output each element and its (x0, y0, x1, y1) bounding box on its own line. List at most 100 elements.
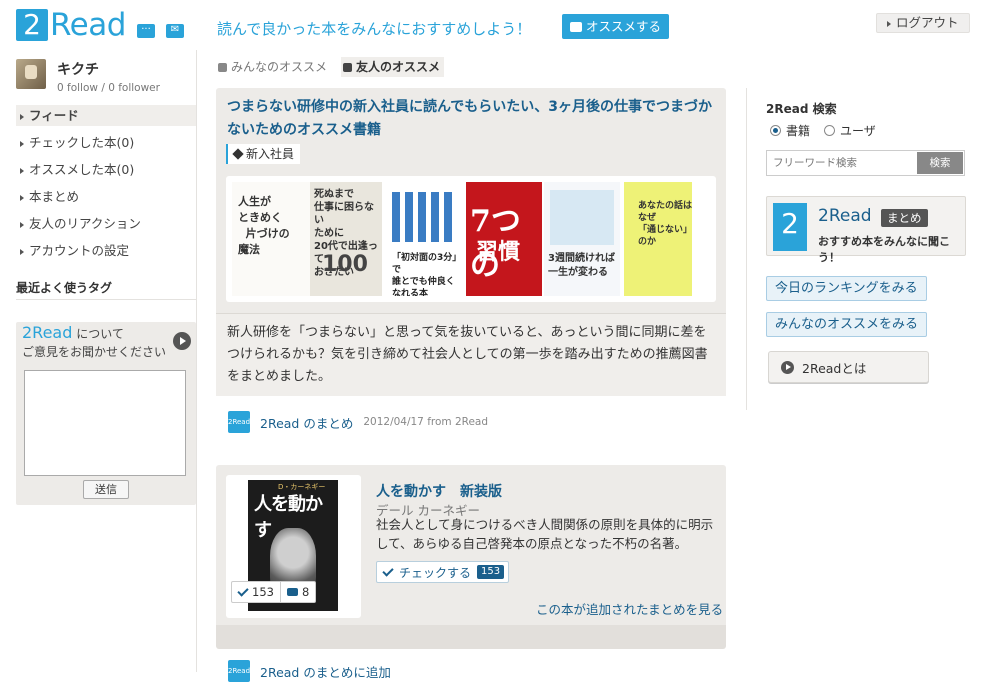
check-button-count: 153 (477, 565, 505, 579)
search-box: 検索 (766, 150, 965, 176)
collection-title[interactable]: つまらない研修中の新入社員に読んでもらいたい、3ヶ月後の仕事でつまづかないための… (227, 96, 717, 142)
sidebar-item-label: フィード (29, 108, 79, 123)
tag-icon (232, 148, 244, 160)
feedback-heading: 2Read について ご意見をお聞かせください (22, 324, 166, 361)
book-cover-frame: D・カーネギー 人を動かす 153 8 (226, 475, 361, 618)
source-name[interactable]: 2Read のまとめに追加 (260, 662, 391, 681)
source-logo[interactable]: 2Read (228, 660, 250, 682)
collection-description: 新人研修を「つまらない」と思って気を抜いていると、あっという間に同期に差をつけら… (216, 313, 726, 396)
sidebar-item-checked-books[interactable]: チェックした本(0) (16, 132, 196, 159)
book-cover-text: 習慣 (476, 240, 521, 265)
logo-word: Read (50, 7, 126, 43)
logo[interactable]: 2 Read (16, 7, 126, 43)
comment-icon (286, 588, 298, 596)
follow-count[interactable]: 0 follow / 0 follower (57, 82, 160, 94)
radio-label: ユーザ (840, 124, 876, 138)
sidebar-item-label: 本まとめ (29, 189, 80, 204)
logout-button[interactable]: ログアウト (876, 13, 970, 33)
source-logo[interactable]: 2Read (228, 411, 250, 433)
username[interactable]: キクチ (57, 59, 99, 79)
sidebar-item-account-settings[interactable]: アカウントの設定 (16, 240, 196, 267)
banner-name: 2Read (818, 206, 872, 226)
divider (16, 299, 196, 300)
ranking-button[interactable]: 今日のランキングをみる (766, 276, 927, 301)
arrow-right-icon (20, 194, 24, 201)
check-button-label: チェックする (399, 565, 472, 580)
tab-label: 友人のオススメ (356, 60, 441, 74)
book-cover[interactable]: 7つの 習慣 (466, 182, 542, 296)
divider (746, 88, 747, 410)
radio-button-icon (824, 125, 836, 136)
tag-label: 新入社員 (246, 147, 295, 161)
recommend-button[interactable]: オススメする (562, 14, 670, 39)
book-card: D・カーネギー 人を動かす 153 8 人を動かす 新装版 デール カーネギー … (216, 465, 726, 649)
radio-books[interactable]: 書籍 (770, 122, 810, 139)
book-description: 社会人として身につけるべき人間関係の原則を具体的に明示して、あらゆる自己啓発本の… (376, 517, 714, 551)
source-name[interactable]: 2Read のまとめ (260, 413, 353, 432)
comment-count[interactable]: 8 (279, 582, 315, 602)
arrow-right-icon (20, 140, 24, 147)
tab-everyone-recommendations[interactable]: みんなのオススメ (216, 57, 331, 77)
search-input[interactable] (767, 157, 915, 169)
radio-users[interactable]: ユーザ (824, 122, 876, 139)
book-title[interactable]: 人を動かす 新装版 (376, 481, 502, 501)
tab-icon (343, 62, 353, 72)
tagline: 読んで良かった本をみんなにおすすめしよう！ (217, 20, 532, 38)
sidebar-item-recommended-books[interactable]: オススメした本(0) (16, 159, 196, 186)
sidebar-item-label: オススメした本(0) (29, 162, 135, 177)
everyone-recommend-button[interactable]: みんなのオススメをみる (766, 312, 928, 337)
check-icon (382, 564, 394, 577)
logo-mark: 2 (16, 9, 48, 41)
chat-icon[interactable]: ··· (137, 24, 155, 38)
feedback-box: 2Read について ご意見をお聞かせください 送信 (16, 322, 196, 505)
collection-card: つまらない研修中の新入社員に読んでもらいたい、3ヶ月後の仕事でつまづかないための… (216, 88, 726, 396)
book-cover-illustration (550, 190, 614, 245)
recent-tags-title: 最近よく使うタグ (16, 281, 113, 295)
mail-icon[interactable]: ✉ (166, 24, 184, 38)
card-footer (216, 625, 726, 649)
sidebar-item-feed[interactable]: フィード (16, 105, 196, 126)
book-cover[interactable]: 死ぬまで 仕事に困らない ために 20代で出逢って おきたい 100 (310, 182, 382, 296)
book-cover-text: 3週間続ければ 一生が変わる (548, 253, 615, 278)
book-cover-text: 100 (322, 252, 368, 277)
book-stats: 153 8 (231, 581, 317, 603)
about-button[interactable]: 2Readとは (768, 351, 929, 383)
sidebar-item-label: チェックした本(0) (29, 135, 135, 150)
book-cover[interactable]: 「初対面の3分」で 誰とでも仲良くなれる本 (388, 182, 460, 296)
left-sidebar: キクチ 0 follow / 0 follower フィード チェックした本(0… (0, 50, 197, 672)
feedback-textarea[interactable] (24, 370, 186, 476)
collection-source: 2Read 2Read のまとめ 2012/04/17 from 2Read (228, 411, 488, 433)
play-icon (781, 360, 794, 374)
about-button-label: 2Readとは (802, 360, 867, 376)
book-cover-text: 「初対面の3分」で 誰とでも仲良くなれる本 (392, 253, 457, 296)
book-cover-text: あなたの話は なぜ 「通じない」 のか (638, 201, 692, 247)
sidebar-item-book-collections[interactable]: 本まとめ (16, 186, 196, 213)
arrow-right-icon (20, 221, 24, 228)
sidebar-nav: フィード チェックした本(0) オススメした本(0) 本まとめ 友人のリアクショ… (16, 105, 196, 267)
avatar[interactable] (16, 59, 46, 89)
book-cover[interactable]: あなたの話は なぜ 「通じない」 のか (624, 182, 692, 296)
tag-chip[interactable]: 新入社員 (226, 144, 301, 164)
sidebar-item-friend-reactions[interactable]: 友人のリアクション (16, 213, 196, 240)
view-collections-link[interactable]: この本が追加されたまとめを見る (536, 599, 723, 618)
play-icon[interactable] (173, 332, 191, 350)
arrow-right-icon (887, 20, 891, 27)
book-cover[interactable]: 3週間続ければ 一生が変わる (544, 182, 620, 296)
matome-banner[interactable]: 2 2Read まとめ おすすめ本をみんなに聞こう！ (766, 196, 966, 264)
tab-label: みんなのオススメ (231, 60, 328, 74)
search-button[interactable]: 検索 (917, 152, 963, 174)
check-count-value: 153 (252, 585, 274, 599)
send-button[interactable]: 送信 (83, 480, 129, 499)
tab-friends-recommendations[interactable]: 友人のオススメ (341, 57, 445, 77)
tab-icon (218, 62, 227, 72)
search-title: 2Read 検索 (766, 102, 837, 116)
sidebar-item-label: 友人のリアクション (29, 216, 141, 231)
check-count[interactable]: 153 (232, 582, 280, 602)
check-button[interactable]: チェックする 153 (376, 561, 510, 583)
header: 2 Read ··· ✉ 読んで良かった本をみんなにおすすめしよう！ オススメす… (0, 0, 987, 50)
check-icon (237, 584, 249, 597)
arrow-right-icon (20, 248, 24, 255)
book-cover[interactable]: 人生が ときめく 片づけの 魔法 (232, 182, 310, 296)
feedback-line2: ご意見をお聞かせください (22, 345, 167, 359)
sidebar-item-label: アカウントの設定 (29, 243, 130, 258)
